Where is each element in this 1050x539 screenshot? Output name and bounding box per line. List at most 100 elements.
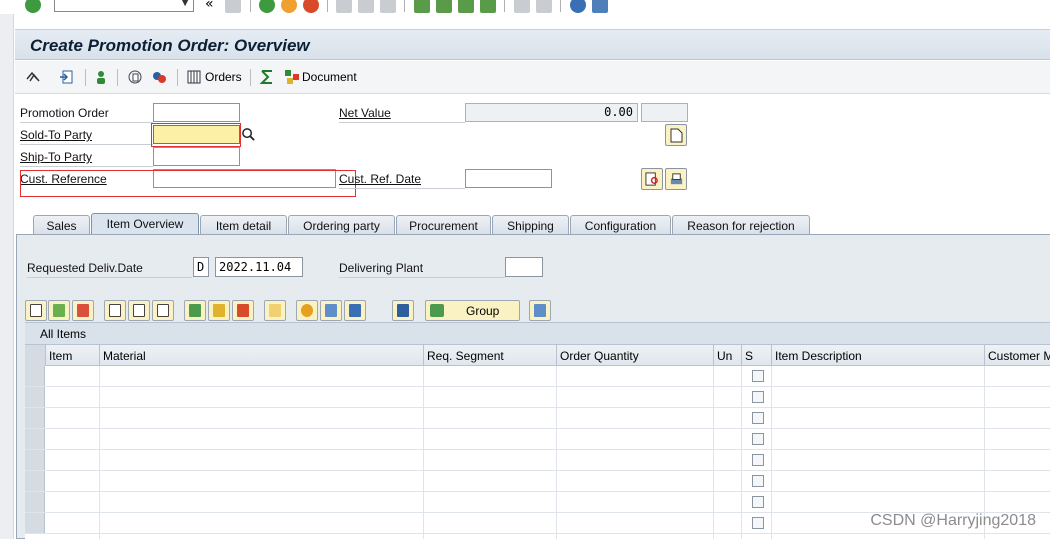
partner-icon[interactable] bbox=[93, 69, 109, 85]
sold-to-label[interactable]: Sold-To Party bbox=[20, 128, 92, 142]
print-preview-button[interactable] bbox=[665, 168, 687, 190]
status-checkbox[interactable] bbox=[752, 517, 764, 529]
delivering-plant-field[interactable] bbox=[505, 257, 543, 277]
search-icon[interactable] bbox=[241, 127, 256, 142]
table-row[interactable] bbox=[25, 450, 1050, 471]
document-flow-icon[interactable] bbox=[284, 69, 300, 85]
col-unit[interactable]: Un bbox=[713, 345, 741, 366]
pricing-button[interactable] bbox=[232, 300, 254, 321]
tab-sales[interactable]: Sales bbox=[33, 215, 90, 235]
group-button[interactable]: Group bbox=[425, 300, 520, 321]
tab-item-overview[interactable]: Item Overview bbox=[91, 213, 199, 235]
row-selector[interactable] bbox=[25, 429, 45, 449]
row-selector[interactable] bbox=[25, 387, 45, 407]
batch-split-button[interactable] bbox=[264, 300, 286, 321]
cancel-icon[interactable] bbox=[303, 0, 319, 13]
row-selector[interactable] bbox=[25, 408, 45, 428]
help-icon[interactable] bbox=[570, 0, 586, 13]
orders-button[interactable]: Orders bbox=[205, 70, 242, 84]
orders-icon[interactable] bbox=[186, 69, 202, 85]
table-row[interactable] bbox=[25, 387, 1050, 408]
promotion-order-field[interactable] bbox=[153, 103, 240, 122]
status-checkbox[interactable] bbox=[752, 412, 764, 424]
display-doc-button[interactable] bbox=[641, 168, 663, 190]
col-item[interactable]: Item bbox=[45, 345, 99, 366]
status-checkbox[interactable] bbox=[752, 391, 764, 403]
command-field[interactable]: ▼ bbox=[54, 0, 194, 12]
select-all-rows-cell[interactable] bbox=[25, 345, 45, 366]
shortcut-icon[interactable] bbox=[536, 0, 552, 13]
new-session-icon[interactable] bbox=[514, 0, 530, 13]
row-selector[interactable] bbox=[25, 471, 45, 491]
status-checkbox[interactable] bbox=[752, 370, 764, 382]
tab-procurement[interactable]: Procurement bbox=[396, 215, 491, 235]
cust-ref-date-label[interactable]: Cust. Ref. Date bbox=[339, 172, 421, 186]
table-row[interactable] bbox=[25, 471, 1050, 492]
row-selector[interactable] bbox=[25, 513, 45, 533]
availability-icon[interactable] bbox=[127, 69, 143, 85]
tab-item-detail[interactable]: Item detail bbox=[200, 215, 287, 235]
net-value-label[interactable]: Net Value bbox=[339, 106, 391, 120]
collapse-icon[interactable]: « bbox=[205, 0, 214, 12]
tab-shipping[interactable]: Shipping bbox=[492, 215, 569, 235]
status-checkbox[interactable] bbox=[752, 454, 764, 466]
header-icon[interactable] bbox=[59, 69, 75, 85]
edit-button[interactable] bbox=[344, 300, 366, 321]
status-checkbox[interactable] bbox=[752, 433, 764, 445]
select-all-button[interactable] bbox=[104, 300, 126, 321]
next-page-icon[interactable] bbox=[458, 0, 474, 13]
sort-button[interactable] bbox=[392, 300, 414, 321]
row-selector[interactable] bbox=[25, 492, 45, 512]
tab-ordering-party[interactable]: Ordering party bbox=[288, 215, 395, 235]
display-change-icon[interactable] bbox=[25, 69, 41, 85]
table-row[interactable] bbox=[25, 429, 1050, 450]
ship-to-label[interactable]: Ship-To Party bbox=[20, 150, 92, 164]
header-text-button[interactable] bbox=[665, 124, 687, 146]
table-settings-button[interactable] bbox=[529, 300, 551, 321]
sum-icon[interactable] bbox=[259, 69, 275, 85]
find-icon[interactable] bbox=[358, 0, 374, 13]
table-row[interactable] bbox=[25, 492, 1050, 513]
last-page-icon[interactable] bbox=[480, 0, 496, 13]
find-next-icon[interactable] bbox=[380, 0, 396, 13]
col-customer-material[interactable]: Customer M bbox=[984, 345, 1050, 366]
col-req-segment[interactable]: Req. Segment bbox=[423, 345, 556, 366]
requested-deliv-date-field[interactable]: 2022.11.04 bbox=[215, 257, 303, 277]
configuration-button[interactable] bbox=[184, 300, 206, 321]
save-icon[interactable] bbox=[225, 0, 241, 13]
delete-item-icon[interactable] bbox=[151, 69, 167, 85]
table-row[interactable] bbox=[25, 366, 1050, 387]
back-icon[interactable] bbox=[259, 0, 275, 13]
chevron-down-icon[interactable]: ▼ bbox=[181, 0, 189, 8]
tab-reason-for-rejection[interactable]: Reason for rejection bbox=[672, 215, 810, 235]
layout-menu-icon[interactable] bbox=[592, 0, 608, 13]
col-status[interactable]: S bbox=[741, 345, 771, 366]
delete-row-button[interactable] bbox=[72, 300, 94, 321]
tab-configuration[interactable]: Configuration bbox=[570, 215, 671, 235]
filter-button[interactable] bbox=[320, 300, 342, 321]
first-page-icon[interactable] bbox=[414, 0, 430, 13]
item-details-button[interactable] bbox=[25, 300, 47, 321]
deselect-all-button[interactable] bbox=[152, 300, 174, 321]
ship-to-field[interactable] bbox=[153, 147, 240, 166]
status-checkbox[interactable] bbox=[752, 496, 764, 508]
exit-icon[interactable] bbox=[281, 0, 297, 13]
table-row[interactable] bbox=[25, 408, 1050, 429]
document-button[interactable]: Document bbox=[302, 70, 357, 84]
insert-row-button[interactable] bbox=[48, 300, 70, 321]
deliv-date-type-field[interactable]: D bbox=[193, 257, 209, 277]
status-checkbox[interactable] bbox=[752, 475, 764, 487]
cust-ref-date-field[interactable] bbox=[465, 169, 552, 188]
print-icon[interactable] bbox=[336, 0, 352, 13]
col-item-description[interactable]: Item Description bbox=[771, 345, 984, 366]
previous-page-icon[interactable] bbox=[436, 0, 452, 13]
select-block-button[interactable] bbox=[128, 300, 150, 321]
col-order-quantity[interactable]: Order Quantity bbox=[556, 345, 713, 366]
schedule-lines-button[interactable] bbox=[296, 300, 318, 321]
row-selector[interactable] bbox=[25, 450, 45, 470]
col-material[interactable]: Material bbox=[99, 345, 423, 366]
row-selector[interactable] bbox=[25, 366, 45, 386]
enter-icon[interactable] bbox=[25, 0, 41, 13]
toolbar-separator bbox=[404, 0, 405, 12]
availability-check-button[interactable] bbox=[208, 300, 230, 321]
